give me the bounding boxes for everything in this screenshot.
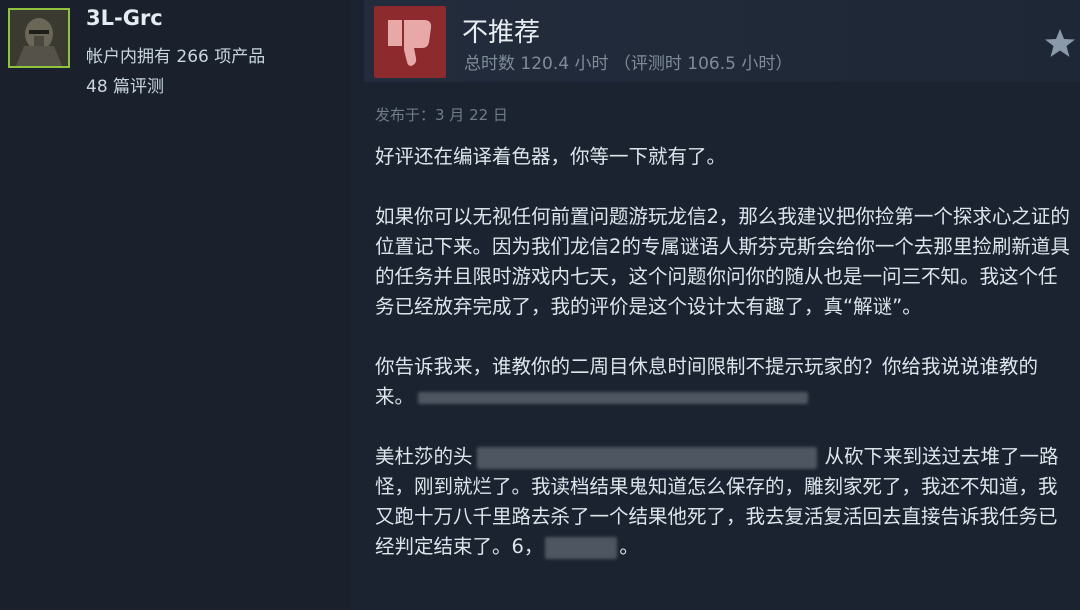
knight-avatar-icon — [10, 10, 68, 66]
playtime-hours: 总时数 120.4 小时 （评测时 106.5 小时） — [464, 54, 793, 74]
not-recommended-badge — [374, 6, 446, 78]
review-count[interactable]: 48 篇评测 — [86, 72, 164, 97]
review-paragraph: 你告诉我来，谁教你的二周目休息时间限制不提示玩家的？你给我说说谁教的来。 — [375, 352, 1075, 412]
products-owned[interactable]: 帐户内拥有 266 项产品 — [86, 42, 265, 67]
award-star-button[interactable] — [1044, 28, 1076, 58]
star-icon — [1045, 29, 1075, 57]
review-paragraph: 好评还在编译着色器，你等一下就有了。 — [375, 145, 727, 168]
profile-panel — [0, 0, 350, 610]
redacted-text — [545, 536, 618, 559]
username[interactable]: 3L-Grc — [86, 6, 163, 30]
review-paragraph: 美杜莎的头 从砍下来到送过去堆了一路怪，刚到就烂了。我读档结果鬼知道怎么保存的，雕… — [375, 442, 1075, 562]
review-text-span: 美杜莎的头 — [375, 445, 473, 468]
posted-date: 发布于：3 月 22 日 — [375, 106, 508, 124]
review-verdict: 不推荐 — [462, 18, 541, 48]
avatar[interactable] — [8, 8, 70, 68]
redacted-text — [418, 391, 809, 404]
review-text-span: 。 — [619, 535, 639, 558]
review-text: 好评还在编译着色器，你等一下就有了。 如果你可以无视任何前置问题游玩龙信2，那么… — [375, 142, 1075, 592]
redacted-text — [476, 446, 817, 469]
thumbs-down-icon — [388, 20, 432, 66]
review-paragraph: 如果你可以无视任何前置问题游玩龙信2，那么我建议把你捡第一个探求心之证的位置记下… — [375, 205, 1070, 318]
